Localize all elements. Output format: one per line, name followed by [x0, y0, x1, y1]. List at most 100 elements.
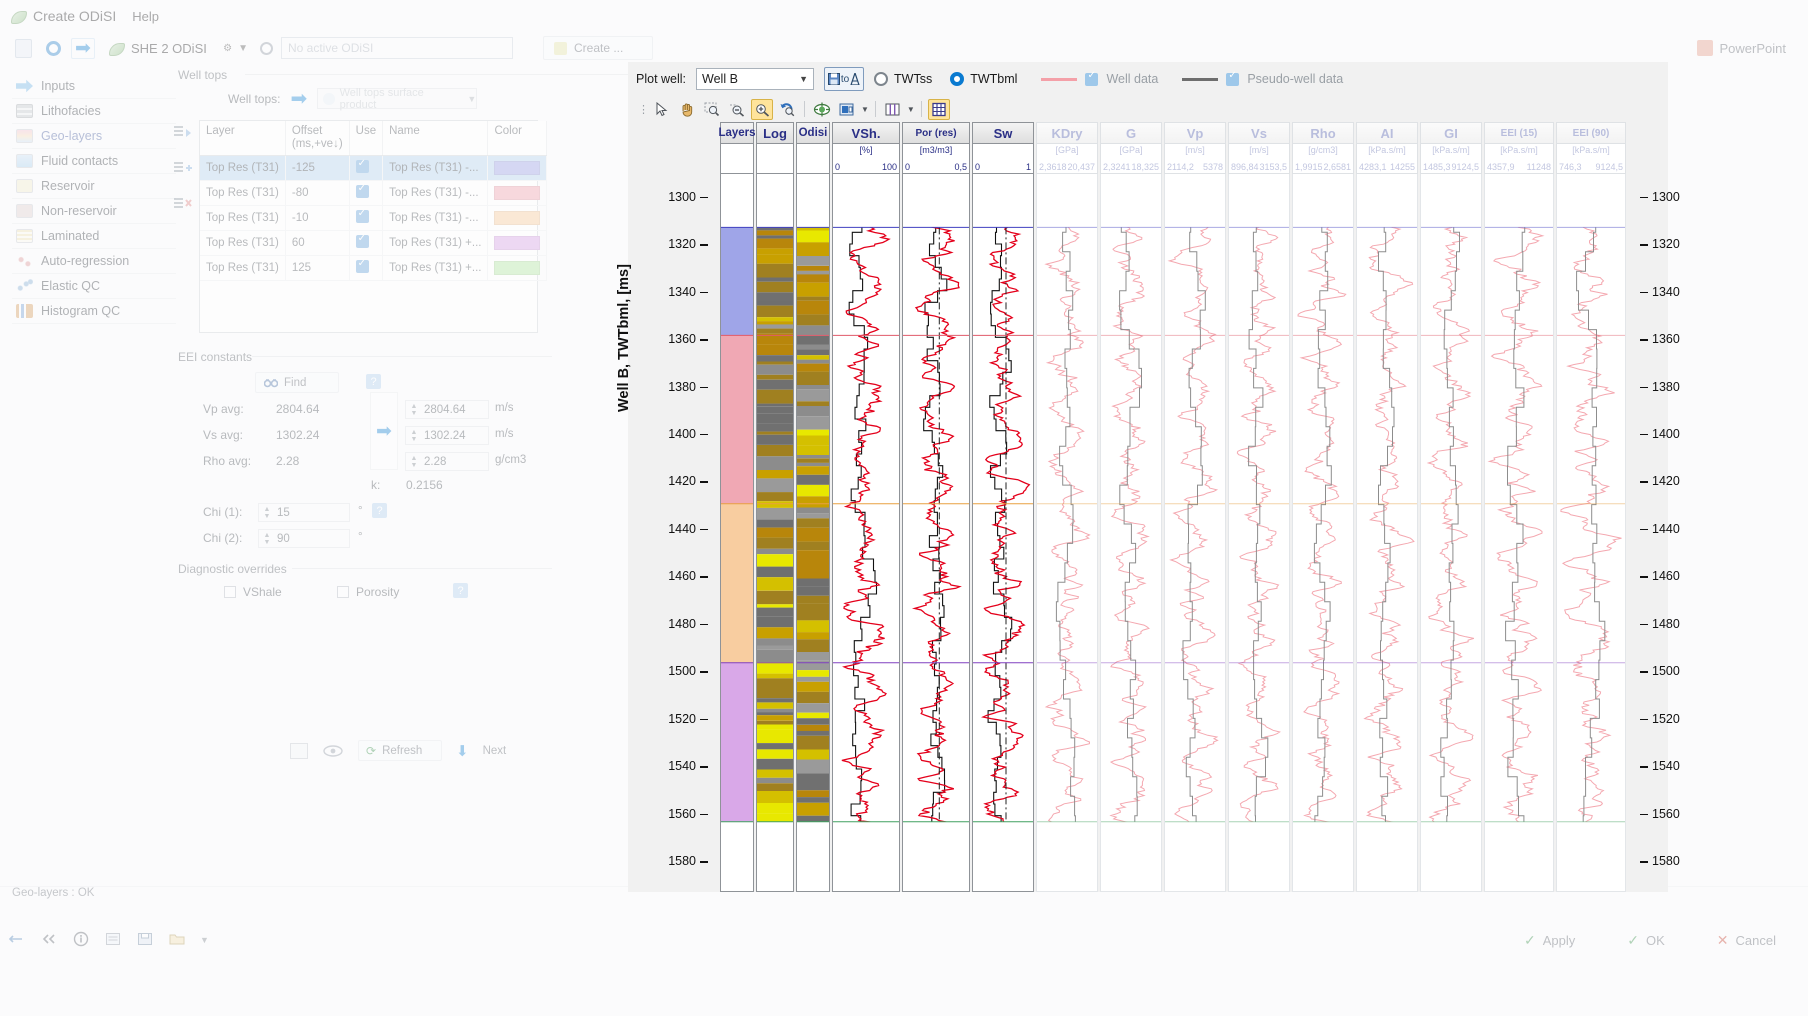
pan-hand-icon[interactable] [676, 99, 698, 120]
project-combo[interactable]: SHE 2 ODiSI ⚙ ▼ [102, 37, 252, 59]
open-folder-icon[interactable] [168, 931, 186, 949]
vs-spin-input[interactable]: ▲ ▼ 1302.24 [405, 426, 489, 445]
track-header[interactable]: GI [1420, 122, 1482, 144]
sidebar-item-inputs[interactable]: Inputs [12, 74, 176, 99]
track-plot[interactable] [972, 174, 1034, 892]
track-plot[interactable] [720, 174, 754, 892]
track-header[interactable]: EEI (15) [1484, 122, 1554, 144]
use-checkbox[interactable] [355, 208, 369, 224]
log-track-kdry[interactable]: KDry [GPa] 2,3618 20,437 [1036, 122, 1098, 892]
sidebar-item-non-reservoir[interactable]: Non-reservoir [12, 199, 176, 224]
zoom-out-icon[interactable] [726, 99, 748, 120]
chevron-down-icon[interactable]: ▼ [200, 935, 209, 945]
log-track-g[interactable]: G [GPa] 2,3241 18,325 [1100, 122, 1162, 892]
find-help-icon[interactable]: ? [366, 374, 381, 389]
diagnostics-help-icon[interactable]: ? [453, 583, 468, 598]
new-document-icon[interactable] [12, 37, 34, 59]
spinner-arrows-icon[interactable]: ▲ ▼ [408, 429, 420, 443]
sidebar-item-auto-regression[interactable]: Auto-regression [12, 249, 176, 274]
active-odisi-field[interactable]: No active ODiSI [281, 37, 513, 59]
color-swatch[interactable] [494, 236, 541, 251]
cell-color[interactable] [487, 205, 548, 232]
odisi-radio[interactable] [260, 41, 273, 55]
vshale-checkbox-row[interactable]: VShale [224, 585, 282, 599]
settings-dot-icon[interactable]: ⚙ [223, 43, 232, 54]
table-row[interactable]: Top Res (T31)-10 Top Res (T31) -... [200, 205, 548, 232]
track-plot[interactable] [1100, 174, 1162, 892]
log-track-layers[interactable]: Layers [718, 122, 756, 892]
zoom-rect-icon[interactable] [701, 99, 723, 120]
arrow-right-icon[interactable]: ➡ [290, 89, 307, 109]
run-arrow-icon[interactable]: ➡ [71, 37, 95, 59]
sidebar-item-fluid-contacts[interactable]: Fluid contacts [12, 149, 176, 174]
color-swatch[interactable] [494, 261, 541, 276]
porosity-checkbox[interactable] [337, 586, 349, 598]
porosity-checkbox-row[interactable]: Porosity [337, 585, 399, 599]
delete-row-icon[interactable] [173, 196, 193, 214]
cell-color[interactable] [487, 180, 548, 207]
grid-layout-icon[interactable] [927, 98, 950, 120]
spinner-arrows-icon[interactable]: ▲ ▼ [408, 403, 420, 417]
undo-zoom-icon[interactable] [776, 99, 798, 120]
track-plot[interactable] [1420, 174, 1482, 892]
arrow-down-icon[interactable]: ⬇ [456, 742, 469, 760]
pointer-icon[interactable] [651, 99, 673, 120]
log-track-odisi[interactable]: Odisi [796, 122, 830, 892]
track-plot[interactable] [1292, 174, 1354, 892]
track-header[interactable]: Vp [1164, 122, 1226, 144]
back-arrow-icon[interactable] [8, 931, 26, 949]
log-track-vs[interactable]: Vs [m/s] 896,84 3153,5 [1228, 122, 1290, 892]
spinner-arrows-icon[interactable]: ▲ ▼ [261, 532, 273, 546]
log-track-vp[interactable]: Vp [m/s] 2114,2 5378 [1164, 122, 1226, 892]
color-swatch[interactable] [494, 186, 541, 201]
chi1-help-icon[interactable]: ? [372, 503, 387, 518]
track-plot[interactable] [1356, 174, 1418, 892]
chi1-input[interactable]: ▲ ▼ 15 [258, 503, 350, 522]
collapse-icon[interactable] [40, 931, 58, 949]
eye-target-icon[interactable] [811, 99, 833, 120]
sidebar-item-reservoir[interactable]: Reservoir [12, 174, 176, 199]
log-track-gi[interactable]: GI [kPa.s/m] 1485,3 9124,5 [1420, 122, 1482, 892]
use-checkbox[interactable] [355, 183, 369, 199]
pseudo-well-checkbox[interactable] [1226, 70, 1240, 86]
cell-use[interactable] [349, 180, 384, 207]
vshale-checkbox[interactable] [224, 586, 236, 598]
track-header[interactable]: Rho [1292, 122, 1354, 144]
find-button[interactable]: Find [255, 372, 339, 393]
log-track-log[interactable]: Log [756, 122, 794, 892]
cell-use[interactable] [349, 230, 384, 257]
rho-spin-input[interactable]: ▲ ▼ 2.28 [405, 452, 489, 471]
add-row-icon[interactable] [173, 160, 193, 178]
sidebar-item-histogram-qc[interactable]: Histogram QC [12, 299, 176, 324]
chevron-down-icon[interactable]: ▼ [861, 105, 869, 114]
log-track-ai[interactable]: AI [kPa.s/m] 4283,1 14255 [1356, 122, 1418, 892]
cell-use[interactable] [349, 205, 384, 232]
preview-eye-icon[interactable] [322, 743, 344, 759]
track-header[interactable]: VSh. [832, 122, 900, 144]
sidebar-item-elastic-qc[interactable]: Elastic QC [12, 274, 176, 299]
cell-color[interactable] [487, 155, 548, 182]
color-swatch[interactable] [494, 211, 541, 226]
spinner-arrows-icon[interactable]: ▲ ▼ [408, 455, 420, 469]
log-track-sw[interactable]: Sw 0 1 [972, 122, 1034, 892]
track-header[interactable]: Sw [972, 122, 1034, 144]
track-header[interactable]: Layers [718, 122, 756, 144]
track-header[interactable]: Log [756, 122, 794, 144]
table-export-icon[interactable] [290, 742, 308, 759]
chi2-input[interactable]: ▲ ▼ 90 [258, 529, 350, 548]
export-image-icon[interactable] [836, 99, 858, 120]
zoom-in-icon[interactable] [751, 98, 773, 120]
refresh-button[interactable]: ⟳ Refresh [358, 740, 442, 761]
log-track-vsh[interactable]: VSh. [%] 0 100 [832, 122, 900, 892]
apply-button[interactable]: ✓ Apply [1524, 932, 1575, 949]
table-row[interactable]: Top Res (T31)-125 Top Res (T31) -... [200, 155, 548, 182]
track-plot[interactable] [756, 174, 794, 892]
apply-averages-button[interactable]: ➡ [370, 392, 398, 470]
spinner-arrows-icon[interactable]: ▲ ▼ [261, 506, 273, 520]
track-plot[interactable] [1484, 174, 1554, 892]
well-tops-table[interactable]: Layer Offset (ms,+ve↓) Use Name Color To… [199, 120, 548, 333]
open-project-icon[interactable] [42, 37, 64, 59]
twtbml-radio[interactable] [950, 72, 965, 86]
track-header[interactable]: AI [1356, 122, 1418, 144]
table-row[interactable]: Top Res (T31)-80 Top Res (T31) -... [200, 180, 548, 207]
